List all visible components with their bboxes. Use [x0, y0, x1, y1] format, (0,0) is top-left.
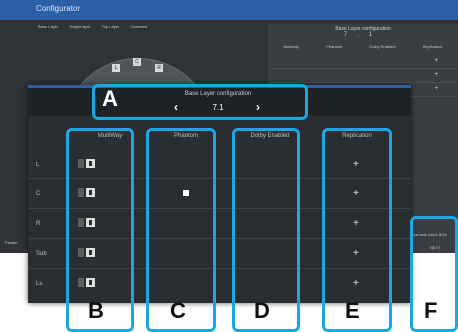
speaker-node-right[interactable]: R: [155, 64, 163, 72]
app-title: Configurator: [36, 4, 81, 13]
speaker-node-center[interactable]: C: [133, 58, 141, 66]
callout-label-a: A: [102, 86, 118, 111]
bg-col-phantom: Phantom: [326, 44, 343, 49]
background-config-value: 7.1: [343, 32, 383, 38]
row-label-sub: Sub: [36, 251, 47, 257]
tab-base-layer[interactable]: Base Layer: [38, 24, 58, 29]
callout-label-c: C: [170, 298, 186, 323]
background-config-columns: Multiway Phantom Dolby Enabled Replicati…: [270, 44, 456, 52]
bg-plus-icon[interactable]: +: [434, 58, 438, 64]
callout-label-d: D: [254, 298, 270, 323]
bg-col-replication: Replication: [422, 44, 443, 49]
background-config-header: Base Layer configuration 7.1: [268, 24, 458, 44]
left-footer-label: Theater: [4, 240, 18, 245]
row-label-r: R: [36, 221, 41, 227]
speaker-node-left[interactable]: L: [112, 64, 120, 72]
highlight-box-a: [92, 84, 308, 120]
bg-col-multiway: Multiway: [283, 44, 300, 49]
app-titlebar: Configurator: [0, 0, 458, 20]
bg-table-row: +: [270, 54, 456, 69]
bg-table-row: +: [270, 68, 456, 83]
row-label-c: C: [36, 191, 41, 197]
callout-label-b: B: [88, 298, 104, 323]
layer-tabs-strip: Base Layer Height layer Top Layer Overvi…: [38, 24, 238, 34]
callout-label-e: E: [345, 298, 360, 323]
tab-top-layer[interactable]: Top Layer: [102, 24, 120, 29]
row-label-ls: Ls: [36, 281, 43, 287]
tab-height-layer[interactable]: Height layer: [69, 24, 90, 29]
bg-plus-icon[interactable]: +: [434, 86, 438, 92]
bg-col-dolby: Dolby Enabled: [369, 44, 396, 49]
tab-overview[interactable]: Overview: [130, 24, 147, 29]
bg-plus-icon[interactable]: +: [434, 72, 438, 78]
callout-label-f: F: [424, 298, 438, 323]
row-label-l: L: [36, 162, 40, 168]
